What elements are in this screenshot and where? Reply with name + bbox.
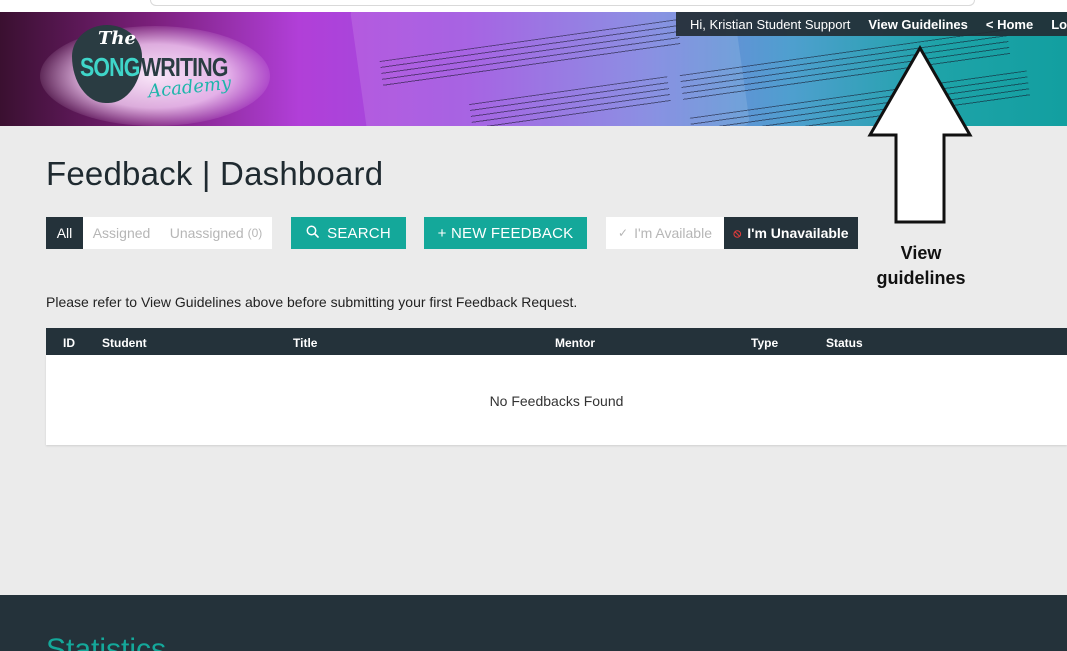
unavailable-option[interactable]: ⦸ I'm Unavailable xyxy=(724,217,858,249)
empty-state-message: No Feedbacks Found xyxy=(489,393,624,409)
unavailable-label: I'm Unavailable xyxy=(747,225,849,241)
feedback-table-header: ID Student Title Mentor Type Status xyxy=(46,328,1067,355)
search-button-label: SEARCH xyxy=(327,224,391,242)
filter-all-label: All xyxy=(56,225,73,241)
search-button[interactable]: SEARCH xyxy=(291,217,406,249)
top-nav: Hi, Kristian Student Support View Guidel… xyxy=(676,12,1067,36)
new-feedback-label: + NEW FEEDBACK xyxy=(437,224,574,242)
logout-link[interactable]: Logout xyxy=(1042,17,1067,32)
annotation-line-2: guidelines xyxy=(876,268,966,288)
filter-assigned[interactable]: Assigned xyxy=(83,217,160,249)
browser-top-strip xyxy=(0,0,1067,12)
address-bar-edge xyxy=(150,0,975,6)
page-title: Feedback | Dashboard xyxy=(46,155,384,192)
column-student[interactable]: Student xyxy=(102,336,147,350)
column-type[interactable]: Type xyxy=(751,336,778,350)
user-greeting: Hi, Kristian Student Support xyxy=(690,16,851,32)
annotation-line-1: View xyxy=(900,243,942,263)
assignment-filter: All Assigned Unassigned (0) xyxy=(46,217,272,249)
available-option[interactable]: ✓ I'm Available xyxy=(606,217,724,249)
up-arrow-icon xyxy=(867,44,973,224)
unassigned-count: (0) xyxy=(247,226,263,240)
filter-unassigned-label: Unassigned xyxy=(169,225,244,241)
logo-song: SONG xyxy=(80,52,140,82)
feedback-table-body: No Feedbacks Found xyxy=(46,355,1067,445)
filter-assigned-label: Assigned xyxy=(92,225,151,241)
column-status[interactable]: Status xyxy=(826,336,863,350)
view-guidelines-link[interactable]: View Guidelines xyxy=(859,17,976,32)
home-link[interactable]: < Home xyxy=(977,17,1042,32)
check-icon: ✓ xyxy=(618,226,629,240)
statistics-section: Statistics xyxy=(0,595,1067,651)
column-title[interactable]: Title xyxy=(293,336,317,350)
column-mentor[interactable]: Mentor xyxy=(555,336,595,350)
logo-the: The xyxy=(98,28,136,49)
statistics-heading: Statistics xyxy=(46,633,167,651)
filter-all[interactable]: All xyxy=(46,217,83,249)
guidelines-notice: Please refer to View Guidelines above be… xyxy=(46,294,578,310)
filter-unassigned[interactable]: Unassigned (0) xyxy=(160,217,272,249)
search-icon xyxy=(306,225,319,241)
no-entry-icon: ⦸ xyxy=(733,225,742,240)
new-feedback-button[interactable]: + NEW FEEDBACK xyxy=(424,217,587,249)
column-id[interactable]: ID xyxy=(63,336,75,350)
annotation-label: View guidelines xyxy=(866,241,976,291)
songwriting-academy-logo[interactable]: The SONG WRITING Academy xyxy=(72,17,242,107)
availability-toggle: ✓ I'm Available ⦸ I'm Unavailable xyxy=(606,217,858,249)
available-label: I'm Available xyxy=(634,225,712,241)
